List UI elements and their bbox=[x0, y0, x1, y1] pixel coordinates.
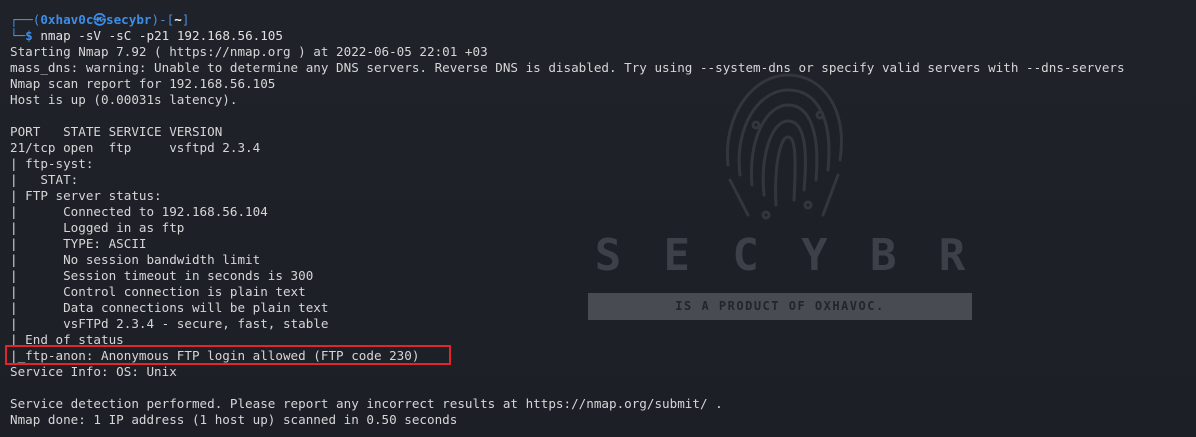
output-line: Nmap scan report for 192.168.56.105 bbox=[10, 76, 276, 91]
output-line: | Control connection is plain text bbox=[10, 284, 306, 299]
output-line: Service detection performed. Please repo… bbox=[10, 396, 723, 411]
prompt-path: ~ bbox=[174, 12, 182, 27]
prompt-at-symbol: ㉿ bbox=[93, 12, 107, 27]
output-line: | TYPE: ASCII bbox=[10, 236, 147, 251]
output-line: Nmap done: 1 IP address (1 host up) scan… bbox=[10, 412, 458, 427]
output-line: | Data connections will be plain text bbox=[10, 300, 329, 315]
terminal-output: ┌──(0xhav0c㉿secybr)-[~] └─$ nmap -sV -sC… bbox=[10, 12, 1125, 428]
prompt-frame-end: ] bbox=[181, 12, 190, 27]
prompt-dollar: $ bbox=[25, 28, 33, 43]
output-line: Host is up (0.00031s latency). bbox=[10, 92, 238, 107]
output-line: | vsFTPd 2.3.4 - secure, fast, stable bbox=[10, 316, 329, 331]
output-line: PORT STATE SERVICE VERSION bbox=[10, 124, 223, 139]
prompt-frame-bottom: └─ bbox=[10, 28, 26, 43]
output-line: | STAT: bbox=[10, 172, 79, 187]
output-line: | ftp-syst: bbox=[10, 156, 94, 171]
output-line: | Logged in as ftp bbox=[10, 220, 185, 235]
terminal-window[interactable]: S E C Y B R IS A PRODUCT OF OXHAVOC. ┌──… bbox=[0, 0, 1196, 437]
output-line: | FTP server status: bbox=[10, 188, 162, 203]
output-line: Service Info: OS: Unix bbox=[10, 364, 177, 379]
output-line: Starting Nmap 7.92 ( https://nmap.org ) … bbox=[10, 44, 488, 59]
prompt-frame-top: ┌──( bbox=[10, 12, 41, 27]
prompt-user: 0xhav0c bbox=[40, 12, 94, 27]
output-line: | No session bandwidth limit bbox=[10, 252, 261, 267]
output-line: 21/tcp open ftp vsftpd 2.3.4 bbox=[10, 140, 261, 155]
prompt-line: ┌──(0xhav0c㉿secybr)-[~] bbox=[10, 12, 1125, 28]
prompt-host: secybr bbox=[106, 12, 152, 27]
prompt-frame-mid: )-[ bbox=[151, 12, 175, 27]
output-line: mass_dns: warning: Unable to determine a… bbox=[10, 60, 1125, 75]
output-line: | Connected to 192.168.56.104 bbox=[10, 204, 268, 219]
command-text: nmap -sV -sC -p21 192.168.56.105 bbox=[32, 28, 283, 43]
ftp-anon-highlight-box bbox=[5, 345, 451, 365]
command-line[interactable]: └─$ nmap -sV -sC -p21 192.168.56.105 bbox=[10, 28, 1125, 44]
output-line: | Session timeout in seconds is 300 bbox=[10, 268, 314, 283]
